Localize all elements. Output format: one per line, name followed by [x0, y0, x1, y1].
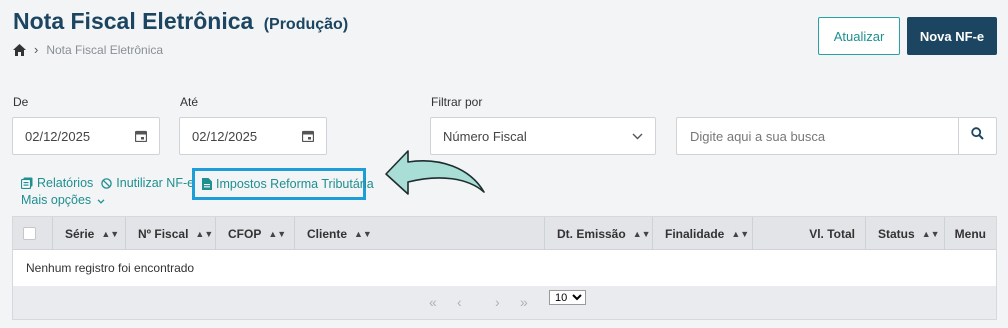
from-date-label: De	[13, 95, 29, 109]
column-label: CFOP	[228, 226, 262, 241]
sort-icon: ▲▼	[268, 228, 287, 239]
prev-page-icon[interactable]: ‹	[457, 294, 462, 310]
chevron-down-icon	[632, 133, 643, 140]
column-serie[interactable]: Série ▲▼	[53, 217, 126, 250]
calendar-icon[interactable]	[302, 130, 314, 142]
highlight-box: Impostos Reforma Tributária	[192, 168, 374, 200]
calendar-icon[interactable]	[135, 130, 147, 142]
home-icon[interactable]	[13, 43, 26, 56]
from-date-input[interactable]: 02/12/2025	[12, 117, 160, 155]
first-page-icon[interactable]: «	[429, 294, 437, 310]
sort-icon: ▲▼	[195, 228, 214, 239]
breadcrumb: › Nota Fiscal Eletrônica	[13, 42, 163, 57]
table-header: Série ▲▼ Nº Fiscal ▲▼ CFOP ▲▼ Cliente ▲▼…	[13, 217, 996, 250]
empty-message: Nenhum registro foi encontrado	[26, 261, 195, 275]
column-cfop[interactable]: CFOP ▲▼	[216, 217, 295, 250]
chevron-right-icon: ›	[34, 42, 39, 57]
void-nfe-label: Inutilizar NF-e	[116, 176, 195, 190]
ban-icon	[101, 177, 113, 189]
column-menu: Menu	[945, 217, 996, 250]
to-date-value: 02/12/2025	[192, 128, 258, 144]
page-title-text: Nota Fiscal Eletrônica	[13, 8, 254, 34]
next-page-icon[interactable]: ›	[495, 294, 500, 310]
column-label: Dt. Emissão	[557, 226, 626, 241]
column-label: Série	[65, 226, 95, 241]
column-label: Finalidade	[665, 226, 725, 241]
column-vl-total: Vl. Total	[753, 217, 866, 250]
pagination: « ‹ › » 10	[13, 286, 996, 319]
reports-link[interactable]: Relatórios	[21, 176, 93, 190]
column-label: Status	[878, 226, 915, 241]
filter-by-value: Número Fiscal	[443, 128, 527, 144]
page-title: Nota Fiscal Eletrônica (Produção)	[13, 8, 348, 35]
search-input[interactable]	[676, 117, 958, 155]
to-date-label: Até	[180, 95, 199, 109]
chevron-down-icon	[97, 193, 105, 207]
breadcrumb-item: Nota Fiscal Eletrônica	[46, 42, 164, 57]
column-numero-fiscal[interactable]: Nº Fiscal ▲▼	[126, 217, 216, 250]
file-invoice-icon	[202, 178, 212, 190]
search-button[interactable]	[958, 117, 997, 155]
new-nfe-button[interactable]: Nova NF-e	[907, 17, 997, 55]
sort-icon: ▲▼	[354, 228, 372, 239]
last-page-icon[interactable]: »	[520, 294, 528, 310]
more-options-dropdown[interactable]: Mais opções	[21, 193, 105, 207]
refresh-button[interactable]: Atualizar	[818, 17, 900, 55]
column-status[interactable]: Status ▲▼	[866, 217, 945, 250]
from-date-value: 02/12/2025	[25, 128, 91, 144]
column-label: Vl. Total	[809, 226, 855, 241]
select-all-checkbox[interactable]	[23, 227, 36, 240]
filter-by-label: Filtrar por	[431, 95, 483, 109]
search-icon	[971, 127, 984, 145]
sort-icon: ▲▼	[731, 228, 750, 239]
select-all-cell	[13, 217, 53, 250]
actions-bar: Relatórios Inutilizar NF-e	[21, 176, 202, 190]
to-date-input[interactable]: 02/12/2025	[179, 117, 327, 155]
column-cliente[interactable]: Cliente ▲▼	[295, 217, 545, 250]
reports-label: Relatórios	[37, 176, 94, 190]
sort-icon: ▲▼	[632, 228, 651, 239]
nfe-table: Série ▲▼ Nº Fiscal ▲▼ CFOP ▲▼ Cliente ▲▼…	[12, 216, 997, 320]
more-options-label: Mais opções	[21, 193, 92, 207]
environment-label: (Produção)	[263, 16, 349, 33]
taxes-reform-link[interactable]: Impostos Reforma Tributária	[202, 177, 374, 191]
void-nfe-link[interactable]: Inutilizar NF-e	[101, 176, 194, 190]
sort-icon: ▲▼	[921, 228, 940, 239]
empty-state-row: Nenhum registro foi encontrado	[13, 250, 996, 286]
column-label: Cliente	[307, 226, 348, 241]
column-finalidade[interactable]: Finalidade ▲▼	[653, 217, 753, 250]
column-label: Menu	[954, 226, 986, 241]
reports-icon	[21, 177, 33, 189]
page-size-select[interactable]: 10	[549, 290, 586, 305]
sort-icon: ▲▼	[101, 228, 120, 239]
column-label: Nº Fiscal	[138, 226, 189, 241]
column-dt-emissao[interactable]: Dt. Emissão ▲▼	[545, 217, 653, 250]
pointer-arrow-icon	[385, 150, 485, 195]
taxes-reform-label: Impostos Reforma Tributária	[216, 177, 374, 191]
